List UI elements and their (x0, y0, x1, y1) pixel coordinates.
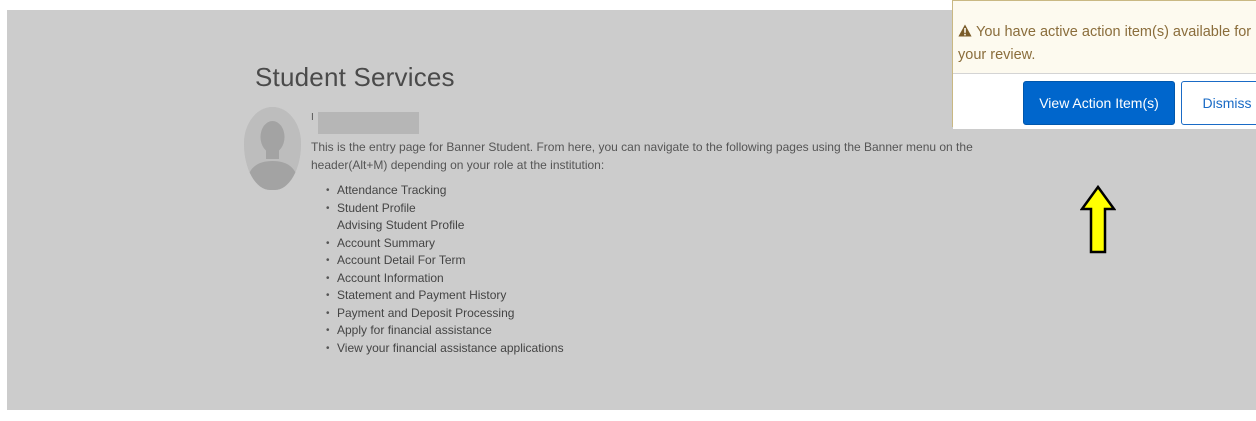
page-link-label[interactable]: Apply for financial assistance (337, 323, 492, 337)
intro-text: This is the entry page for Banner Studen… (311, 140, 973, 172)
dismiss-button[interactable]: Dismiss (1181, 81, 1256, 125)
page-link-item[interactable]: • Payment and Deposit Processing (326, 305, 564, 323)
bullet-icon: • (326, 325, 330, 336)
bullet-icon: • (326, 202, 330, 214)
page-link-label[interactable]: Account Information (337, 271, 444, 285)
page-link-item[interactable]: • Student Profile (326, 200, 564, 218)
bullet-icon: • (326, 237, 330, 249)
notification-actions: View Action Item(s) Dismiss (953, 73, 1256, 129)
bullet-icon: • (326, 185, 330, 196)
notification-message: You have active action item(s) available… (958, 21, 1256, 67)
bullet-icon: • (326, 307, 330, 319)
page-link-item[interactable]: • Statement and Payment History (326, 287, 564, 305)
person-silhouette-icon (244, 107, 301, 190)
page-link-label[interactable]: Statement and Payment History (337, 288, 506, 302)
page-link-item[interactable]: • Account Detail For Term (326, 252, 564, 270)
page-link-item[interactable]: Advising Student Profile (337, 217, 564, 235)
page-link-label[interactable]: Advising Student Profile (337, 218, 464, 232)
page-link-item[interactable]: • View your financial assistance applicat… (326, 340, 564, 358)
page-link-label[interactable]: View your financial assistance applicati… (337, 341, 564, 355)
bullet-icon: • (326, 290, 330, 301)
up-arrow-icon (1080, 185, 1116, 254)
bullet-icon: • (326, 255, 330, 266)
page-link-label[interactable]: Attendance Tracking (337, 183, 446, 197)
avatar (244, 107, 301, 190)
page-link-item[interactable]: • Apply for financial assistance (326, 322, 564, 340)
page-link-label[interactable]: Student Profile (337, 201, 416, 215)
warning-icon (958, 24, 972, 37)
page-link-item[interactable]: • Attendance Tracking (326, 182, 564, 200)
redacted-name (318, 112, 419, 134)
page-links-list: • Attendance Tracking • Student Profile Advi… (326, 182, 564, 358)
page-title: Student Services (255, 62, 455, 92)
page-link-label[interactable]: Account Detail For Term (337, 253, 466, 267)
page-link-label[interactable]: Payment and Deposit Processing (337, 306, 514, 320)
notification-text: You have active action item(s) available… (958, 24, 1252, 63)
view-action-items-button[interactable]: View Action Item(s) (1023, 81, 1175, 125)
bullet-icon: • (326, 342, 330, 354)
page-link-item[interactable]: • Account Summary (326, 235, 564, 253)
bullet-icon: • (326, 272, 330, 284)
page-link-label[interactable]: Account Summary (337, 236, 435, 250)
action-items-notification: You have active action item(s) available… (952, 0, 1256, 129)
page-link-item[interactable]: • Account Information (326, 270, 564, 288)
greeting-initial: I (311, 112, 314, 123)
